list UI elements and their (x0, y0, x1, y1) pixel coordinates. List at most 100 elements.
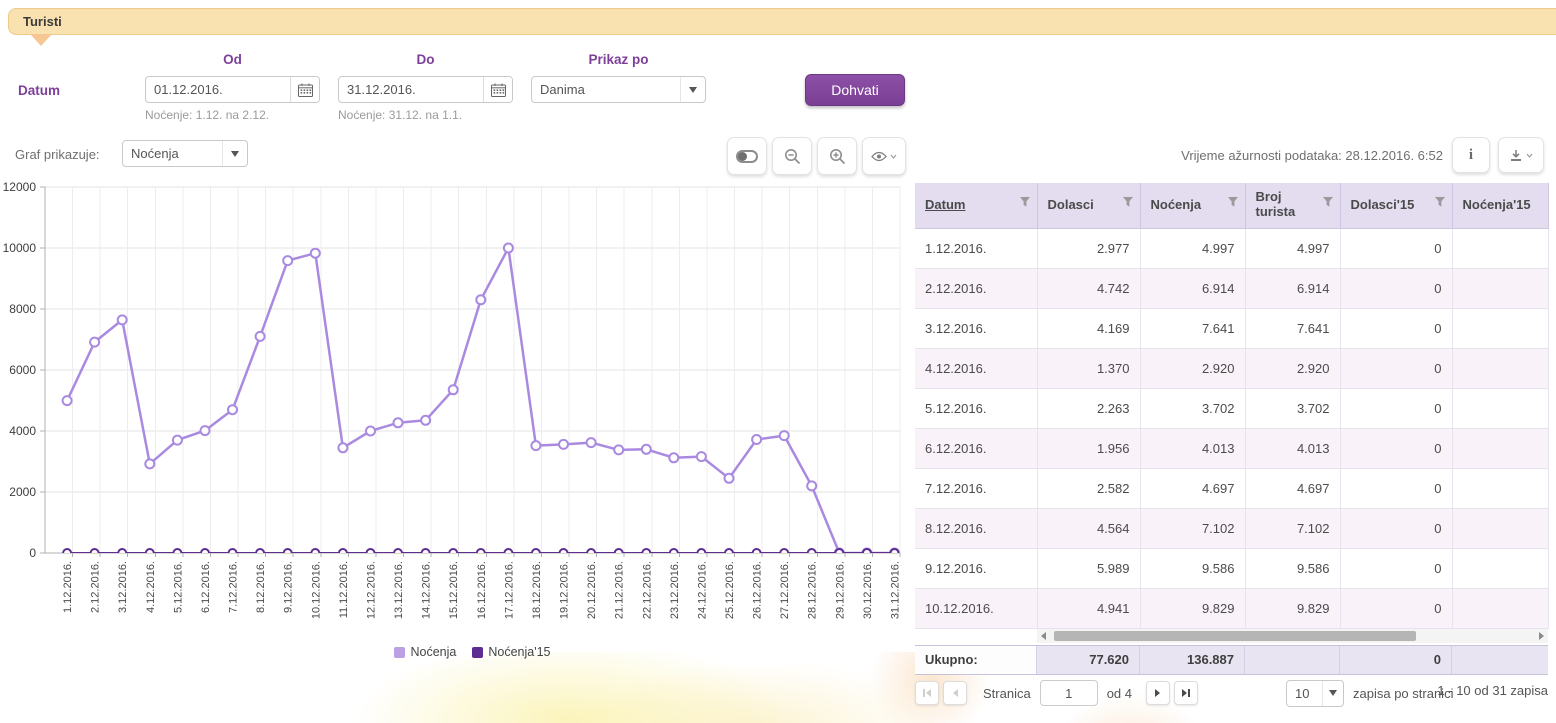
cell-value: 4.742 (1037, 268, 1140, 308)
cell-value: 4.564 (1037, 508, 1140, 548)
table-row[interactable]: 5.12.2016.2.2633.7023.7020 (915, 388, 1548, 428)
previous-page-icon (950, 688, 960, 698)
column-header-5[interactable]: Dolasci'15 (1340, 183, 1452, 228)
table-row[interactable]: 9.12.2016.5.9899.5869.5860 (915, 548, 1548, 588)
page-size-select[interactable]: 10 (1286, 680, 1344, 707)
column-header-4[interactable]: Broj turista (1245, 183, 1340, 228)
page-size-value: 10 (1287, 686, 1322, 701)
scrollbar-track[interactable] (1050, 629, 1535, 643)
scrollbar-thumb[interactable] (1054, 631, 1416, 641)
svg-text:11.12.2016.: 11.12.2016. (338, 561, 350, 618)
totals-value (1452, 646, 1548, 674)
cell-value: 4.013 (1245, 428, 1340, 468)
chart-toggle-button[interactable] (727, 137, 767, 175)
date-from-hint: Noćenje: 1.12. na 2.12. (145, 108, 269, 122)
zoom-out-icon (784, 148, 801, 165)
calendar-icon[interactable] (290, 77, 319, 102)
filter-icon[interactable] (1122, 197, 1134, 208)
prikaz-po-label: Prikaz po (531, 52, 706, 67)
next-page-button[interactable] (1146, 681, 1170, 705)
tab-turisti[interactable]: Turisti (8, 8, 1556, 35)
zoom-in-button[interactable] (817, 137, 857, 175)
filter-icon[interactable] (1227, 197, 1239, 208)
column-header-1[interactable]: Datum (915, 183, 1037, 228)
dohvati-button[interactable]: Dohvati (805, 74, 905, 106)
column-header-6[interactable]: Noćenja'15 (1452, 183, 1548, 228)
svg-text:30.12.2016.: 30.12.2016. (862, 561, 874, 619)
legend-swatch (472, 647, 483, 658)
svg-text:27.12.2016.: 27.12.2016. (779, 561, 791, 619)
svg-text:12.12.2016.: 12.12.2016. (366, 561, 378, 619)
legend-swatch (394, 647, 405, 658)
stranica-label: Stranica (983, 686, 1031, 701)
do-column-label: Do (338, 52, 513, 67)
table-row[interactable]: 10.12.2016.4.9419.8299.8290 (915, 588, 1548, 628)
totals-value: 0 (1340, 646, 1452, 674)
export-button[interactable] (1498, 137, 1544, 173)
cell-value: 3.702 (1245, 388, 1340, 428)
scroll-left-icon[interactable] (1037, 629, 1050, 643)
cell-value: 4.997 (1245, 228, 1340, 268)
svg-text:6000: 6000 (9, 363, 36, 377)
table-row[interactable]: 3.12.2016.4.1697.6417.6410 (915, 308, 1548, 348)
cell-value: 7.641 (1245, 308, 1340, 348)
cell-value: 4.697 (1140, 468, 1245, 508)
svg-text:8000: 8000 (9, 302, 36, 316)
page-number-input[interactable] (1040, 680, 1098, 706)
cell-date: 5.12.2016. (915, 388, 1037, 428)
svg-text:25.12.2016.: 25.12.2016. (724, 561, 736, 619)
prikaz-po-select[interactable]: Danima (531, 76, 706, 103)
pagination-bar: Stranica od 4 10 zapisa po stranici 1 - … (915, 678, 1548, 708)
table-row[interactable]: 7.12.2016.2.5824.6974.6970 (915, 468, 1548, 508)
date-to-input[interactable] (339, 77, 483, 102)
eye-icon (871, 151, 887, 162)
legend-label: Noćenja (410, 645, 456, 659)
filter-icon[interactable] (1322, 197, 1334, 208)
calendar-icon[interactable] (483, 77, 512, 102)
cell-value: 0 (1340, 508, 1452, 548)
cell-value: 1.956 (1037, 428, 1140, 468)
scroll-right-icon[interactable] (1535, 629, 1548, 643)
datum-row-label: Datum (18, 83, 60, 98)
svg-text:0: 0 (29, 546, 36, 560)
svg-text:1.12.2016.: 1.12.2016. (62, 561, 74, 613)
series-0 (63, 244, 899, 558)
first-page-button[interactable] (915, 681, 939, 705)
zoom-out-button[interactable] (772, 137, 812, 175)
legend-item[interactable]: Noćenja (394, 645, 456, 659)
line-chart[interactable]: 0200040006000800010000120001.12.2016.2.1… (0, 178, 912, 660)
table-row[interactable]: 6.12.2016.1.9564.0134.0130 (915, 428, 1548, 468)
od-column-label: Od (145, 52, 320, 67)
info-button[interactable]: i (1452, 137, 1490, 173)
legend-item[interactable]: Noćenja'15 (472, 645, 550, 659)
filter-icon[interactable] (1019, 197, 1031, 208)
last-page-button[interactable] (1174, 681, 1198, 705)
svg-text:15.12.2016.: 15.12.2016. (448, 561, 460, 619)
table-horizontal-scrollbar[interactable] (1037, 629, 1548, 643)
date-from-input[interactable] (146, 77, 290, 102)
previous-page-button[interactable] (943, 681, 967, 705)
table-row[interactable]: 4.12.2016.1.3702.9202.9200 (915, 348, 1548, 388)
filter-icon[interactable] (1434, 197, 1446, 208)
cell-date: 6.12.2016. (915, 428, 1037, 468)
svg-text:31.12.2016.: 31.12.2016. (890, 561, 902, 619)
cell-value: 7.641 (1140, 308, 1245, 348)
svg-text:21.12.2016.: 21.12.2016. (614, 561, 626, 619)
svg-text:5.12.2016.: 5.12.2016. (172, 561, 184, 613)
cell-value: 4.941 (1037, 588, 1140, 628)
cell-value (1452, 268, 1548, 308)
column-header-2[interactable]: Dolasci (1037, 183, 1140, 228)
data-freshness-text: Vrijeme ažurnosti podataka: 28.12.2016. … (1000, 148, 1443, 163)
graf-prikazuje-select[interactable]: Noćenja (122, 140, 248, 167)
last-page-icon (1181, 688, 1191, 698)
column-header-3[interactable]: Noćenja (1140, 183, 1245, 228)
svg-text:18.12.2016.: 18.12.2016. (531, 561, 543, 619)
svg-text:17.12.2016.: 17.12.2016. (503, 561, 515, 619)
chart-legend: Noćenja Noćenja'15 (45, 645, 900, 659)
table-row[interactable]: 8.12.2016.4.5647.1027.1020 (915, 508, 1548, 548)
cell-value (1452, 548, 1548, 588)
table-row[interactable]: 1.12.2016.2.9774.9974.9970 (915, 228, 1548, 268)
series-visibility-button[interactable] (862, 137, 906, 175)
table-row[interactable]: 2.12.2016.4.7426.9146.9140 (915, 268, 1548, 308)
series-1 (63, 549, 898, 557)
